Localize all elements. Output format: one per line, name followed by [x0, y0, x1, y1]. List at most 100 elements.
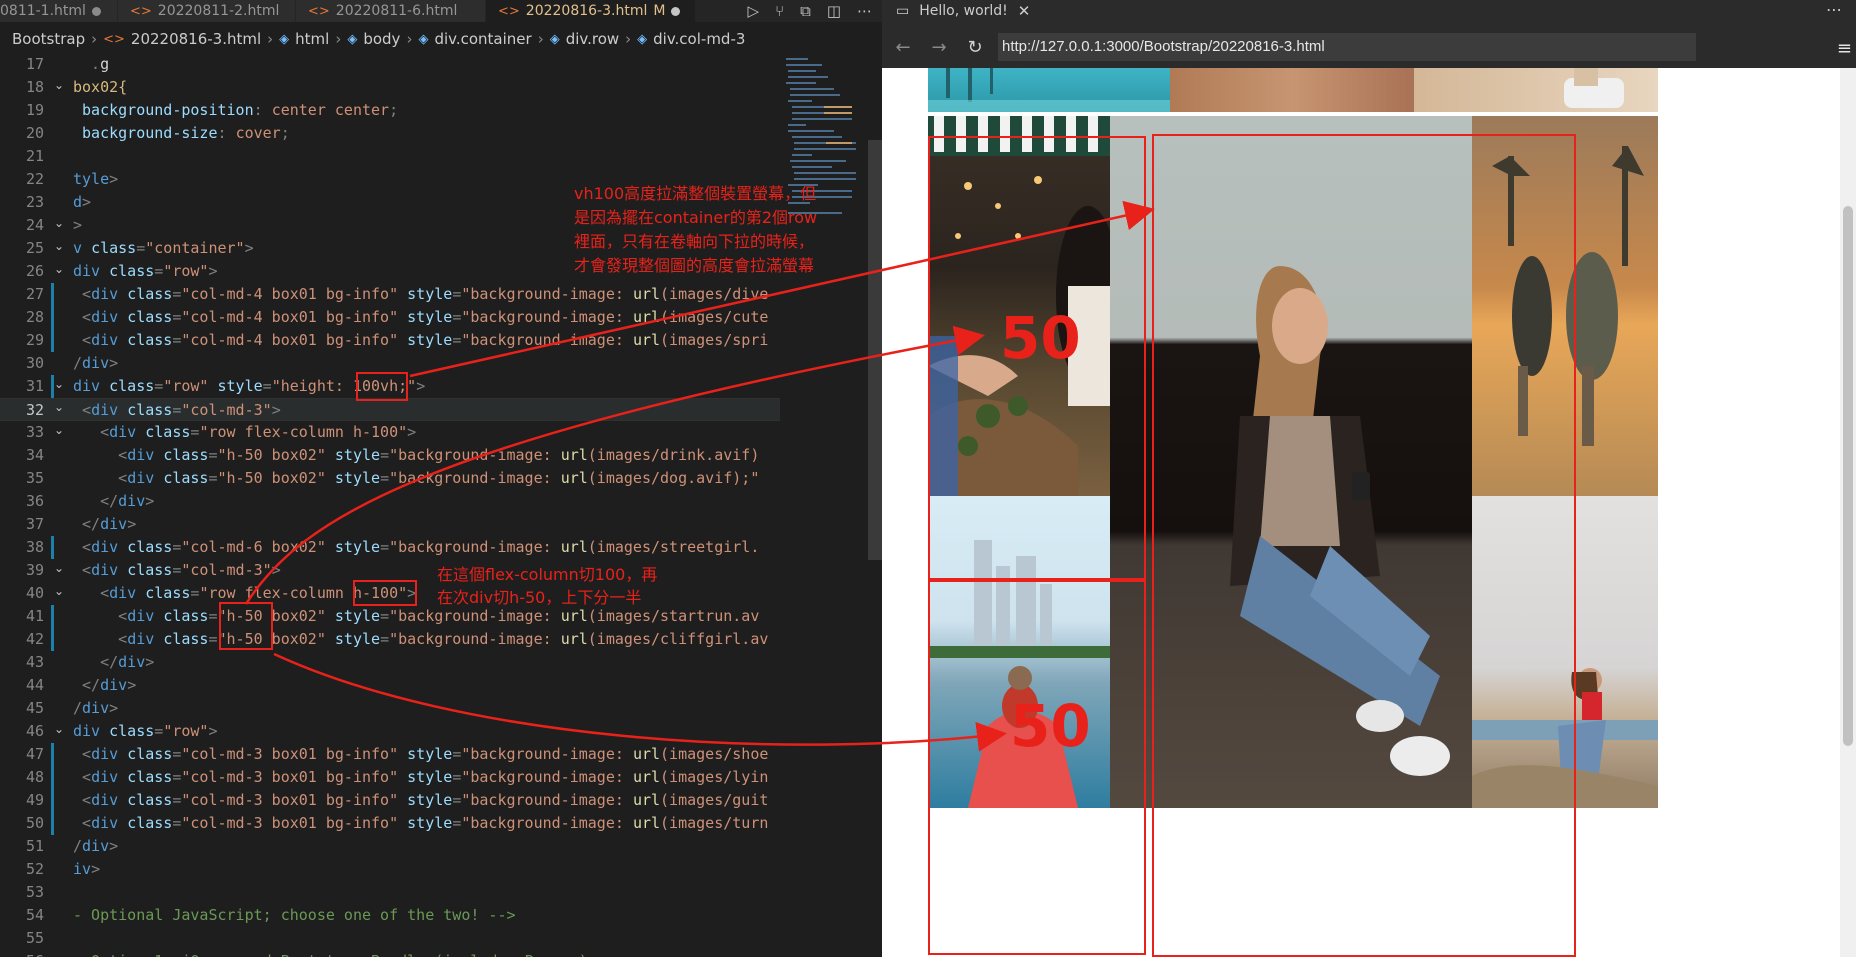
code-token: style	[398, 285, 453, 303]
code-line[interactable]: 54 - Optional JavaScript; choose one of t…	[0, 904, 780, 927]
more-icon[interactable]: ⋯	[1826, 0, 1842, 19]
line-number: 39	[25, 561, 44, 579]
reload-icon[interactable]: ↻	[960, 37, 990, 58]
code-line[interactable]: 39 <div class="col-md-3">	[0, 559, 780, 582]
code-text: <div class="h-50 box02" style="backgroun…	[73, 444, 759, 467]
editor-scrollbar-thumb[interactable]	[868, 140, 882, 560]
breadcrumb-item[interactable]: div.row	[566, 30, 619, 48]
code-line[interactable]: 53	[0, 881, 780, 904]
modified-gutter-marker	[51, 283, 54, 306]
back-icon[interactable]: ←	[888, 37, 918, 58]
forward-icon[interactable]: →	[924, 37, 954, 58]
code-line[interactable]: 47 <div class = "col-md-3 box01 bg-info" s…	[0, 743, 780, 766]
source-control-icon[interactable]: ⑂	[775, 2, 784, 20]
code-line[interactable]: 37 </div>	[0, 513, 780, 536]
code-token: url	[560, 446, 588, 464]
code-token: .	[73, 56, 101, 73]
code-token: class	[163, 630, 209, 648]
breadcrumb-item[interactable]: 20220816-3.html	[131, 30, 261, 48]
code-line[interactable]: 27 <div class = "col-md-4 box01 bg-info" s…	[0, 283, 780, 306]
code-line[interactable]: 34 <div class="h-50 box02" style="backgr…	[0, 444, 780, 467]
fold-chevron-icon[interactable]: ⌄	[54, 377, 64, 391]
code-line[interactable]: 52 iv>	[0, 858, 780, 881]
breadcrumb-item[interactable]: div.container	[434, 30, 531, 48]
code-line[interactable]: 36 </div>	[0, 490, 780, 513]
split-editor-icon[interactable]: ◫	[827, 2, 841, 20]
code-token: center center	[271, 101, 390, 119]
chevron-right-icon: ›	[406, 30, 413, 48]
code-token: <	[73, 814, 92, 832]
editor-tab-20220816-3[interactable]: <> 20220816-3.html M	[486, 0, 696, 22]
editor-tab-20220811-2[interactable]: <> 20220811-2.html	[118, 0, 296, 22]
code-text: /div>	[73, 352, 118, 375]
code-token: div	[82, 354, 110, 372]
breadcrumb-item[interactable]: div.col-md-3	[653, 30, 745, 48]
code-text: <div class = "col-md-3 box01 bg-info" styl…	[73, 812, 768, 835]
code-line[interactable]: 51/div>	[0, 835, 780, 858]
code-line[interactable]: 43 </div>	[0, 651, 780, 674]
address-bar[interactable]: http://127.0.0.1:3000/Bootstrap/20220816…	[998, 33, 1696, 61]
code-line[interactable]: 55	[0, 927, 780, 950]
editor-tab-20220811-6[interactable]: <> 20220811-6.html	[296, 0, 486, 22]
open-preview-icon[interactable]: ⧉	[800, 2, 811, 20]
fold-chevron-icon[interactable]: ⌄	[54, 400, 64, 414]
code-line[interactable]: 48 <div class = "col-md-3 box01 bg-info" s…	[0, 766, 780, 789]
fold-chevron-icon[interactable]: ⌄	[54, 423, 64, 437]
code-line[interactable]: 28 <div class = "col-md-4 box01 bg-info" s…	[0, 306, 780, 329]
code-line[interactable]: 49 <div class = "col-md-3 box01 bg-info" s…	[0, 789, 780, 812]
code-line[interactable]: 29 <div class = "col-md-4 box01 bg-info" s…	[0, 329, 780, 352]
fold-chevron-icon[interactable]: ⌄	[54, 239, 64, 253]
code-line[interactable]: 19 background-position: center center;	[0, 99, 780, 122]
more-actions-icon[interactable]: ⋯	[857, 2, 872, 20]
breadcrumb-item[interactable]: html	[295, 30, 329, 48]
code-line[interactable]: 50 <div class = "col-md-3 box01 bg-info" s…	[0, 812, 780, 835]
browser-tab[interactable]: ▭ Hello, world! ✕	[882, 0, 1045, 22]
code-token: class	[145, 423, 191, 441]
code-token: style	[398, 768, 453, 786]
run-icon[interactable]: ▷	[748, 2, 760, 20]
code-line[interactable]: 33 <div class="row flex-column h-100">	[0, 421, 780, 444]
code-line[interactable]: 56 Option 1: jQuery and Bootstrap Bundle…	[0, 950, 780, 957]
code-line[interactable]: 35 <div class="h-50 box02" style="backgr…	[0, 467, 780, 490]
code-token: div	[91, 768, 128, 786]
fold-chevron-icon[interactable]: ⌄	[54, 216, 64, 230]
code-line[interactable]: 45/div>	[0, 697, 780, 720]
code-text: <div class = "col-md-3 box01 bg-info" styl…	[73, 743, 768, 766]
code-line[interactable]: 46 div class="row">	[0, 720, 780, 743]
code-line[interactable]: 32 <div class="col-md-3">	[0, 398, 780, 421]
breadcrumb-item[interactable]: body	[363, 30, 400, 48]
code-line[interactable]: 44 </div>	[0, 674, 780, 697]
code-line[interactable]: 21	[0, 145, 780, 168]
editor-tab-0811-1[interactable]: 0811-1.html	[0, 0, 118, 22]
code-text: <div class="row flex-column h-100">	[73, 421, 416, 444]
close-tab-icon[interactable]: ✕	[1018, 2, 1031, 20]
code-token: class	[127, 331, 173, 349]
code-line[interactable]: 18 box02{	[0, 76, 780, 99]
page-scrollbar-thumb[interactable]	[1843, 206, 1853, 746]
fold-chevron-icon[interactable]: ⌄	[54, 561, 64, 575]
modified-gutter-marker	[51, 789, 54, 812]
line-number: 47	[25, 745, 44, 763]
fold-chevron-icon[interactable]: ⌄	[54, 584, 64, 598]
annotation-flex-note: 在這個flex-column切100，再 在次div切h-50，上下分一半	[437, 563, 657, 609]
code-line[interactable]: 41 <div class="h-50 box02" style="backgr…	[0, 605, 780, 628]
fold-chevron-icon[interactable]: ⌄	[54, 262, 64, 276]
breadcrumb-item[interactable]: Bootstrap	[12, 30, 85, 48]
fold-chevron-icon[interactable]: ⌄	[54, 78, 64, 92]
line-number: 55	[25, 929, 44, 947]
line-number: 30	[25, 354, 44, 372]
photo-diving	[928, 68, 1170, 112]
photo-sand	[1170, 68, 1414, 112]
fold-chevron-icon[interactable]: ⌄	[54, 722, 64, 736]
code-line[interactable]: 17 .g	[0, 56, 780, 76]
code-line[interactable]: 38 <div class="col-md-6 box02" style="ba…	[0, 536, 780, 559]
modified-gutter-marker	[51, 375, 54, 398]
code-token: class	[145, 584, 191, 602]
annotation-line: 在次div切h-50，上下分一半	[437, 588, 642, 607]
code-line[interactable]: 20 background-size: cover;	[0, 122, 780, 145]
code-token: class	[109, 377, 155, 395]
menu-icon[interactable]: ≡	[1837, 38, 1852, 59]
code-token: box02{	[73, 78, 128, 96]
code-token: div	[100, 515, 128, 533]
code-line[interactable]: 42 <div class="h-50 box02" style="backgr…	[0, 628, 780, 651]
